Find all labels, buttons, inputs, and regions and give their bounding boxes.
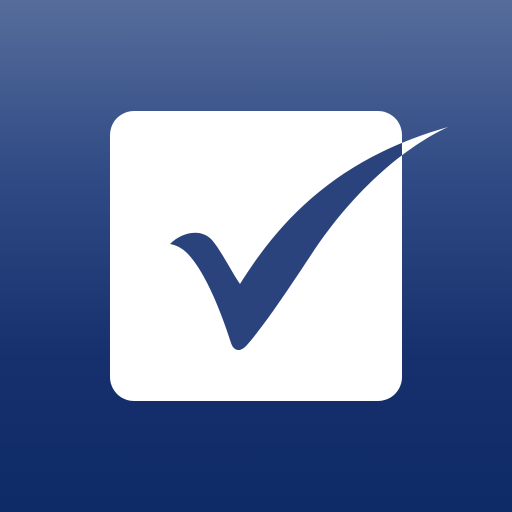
checkbox-icon (110, 111, 402, 401)
checkbox-logo (110, 111, 448, 401)
app-icon-background (0, 0, 512, 512)
